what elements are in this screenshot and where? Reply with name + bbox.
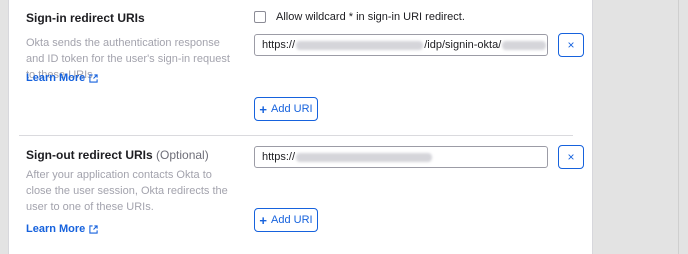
signin-uri-input[interactable]: https:// /idp/signin-okta/: [254, 34, 548, 56]
section-divider: [19, 135, 573, 136]
external-link-icon: [89, 73, 98, 83]
signout-learn-more-label: Learn More: [26, 223, 86, 235]
signin-uri-path: /idp/signin-okta/: [424, 39, 502, 51]
wildcard-option[interactable]: Allow wildcard * in sign-in URI redirect…: [254, 11, 465, 23]
signin-learn-more-label: Learn More: [26, 72, 86, 84]
close-icon: ×: [567, 150, 575, 164]
redacted-suffix: [502, 40, 546, 50]
signin-learn-more-link[interactable]: Learn More: [26, 72, 98, 84]
remove-signin-uri-button[interactable]: ×: [558, 33, 584, 57]
add-signout-uri-label: Add URI: [271, 214, 313, 226]
plus-icon: +: [259, 212, 267, 228]
external-link-icon: [89, 224, 98, 234]
signin-uri-prefix: https://: [262, 39, 296, 51]
add-signin-uri-label: Add URI: [271, 103, 313, 115]
wildcard-label: Allow wildcard * in sign-in URI redirect…: [276, 11, 465, 23]
settings-panel: Sign-in redirect URIs Okta sends the aut…: [8, 0, 593, 254]
signout-learn-more-link[interactable]: Learn More: [26, 223, 98, 235]
signout-uri-input[interactable]: https://: [254, 146, 548, 168]
signout-section-title: Sign-out redirect URIs (Optional): [26, 148, 209, 162]
scrollbar[interactable]: [678, 0, 688, 254]
close-icon: ×: [567, 38, 575, 52]
add-signin-uri-button[interactable]: + Add URI: [254, 97, 318, 121]
optional-label: (Optional): [156, 148, 209, 162]
signout-uri-prefix: https://: [262, 151, 296, 163]
redacted-host: [296, 40, 424, 50]
add-signout-uri-button[interactable]: + Add URI: [254, 208, 318, 232]
remove-signout-uri-button[interactable]: ×: [558, 145, 584, 169]
plus-icon: +: [259, 101, 267, 117]
wildcard-checkbox[interactable]: [254, 11, 266, 23]
signout-description: After your application contacts Okta to …: [26, 169, 228, 213]
redacted-host: [296, 152, 433, 162]
signin-section-title: Sign-in redirect URIs: [26, 11, 145, 25]
